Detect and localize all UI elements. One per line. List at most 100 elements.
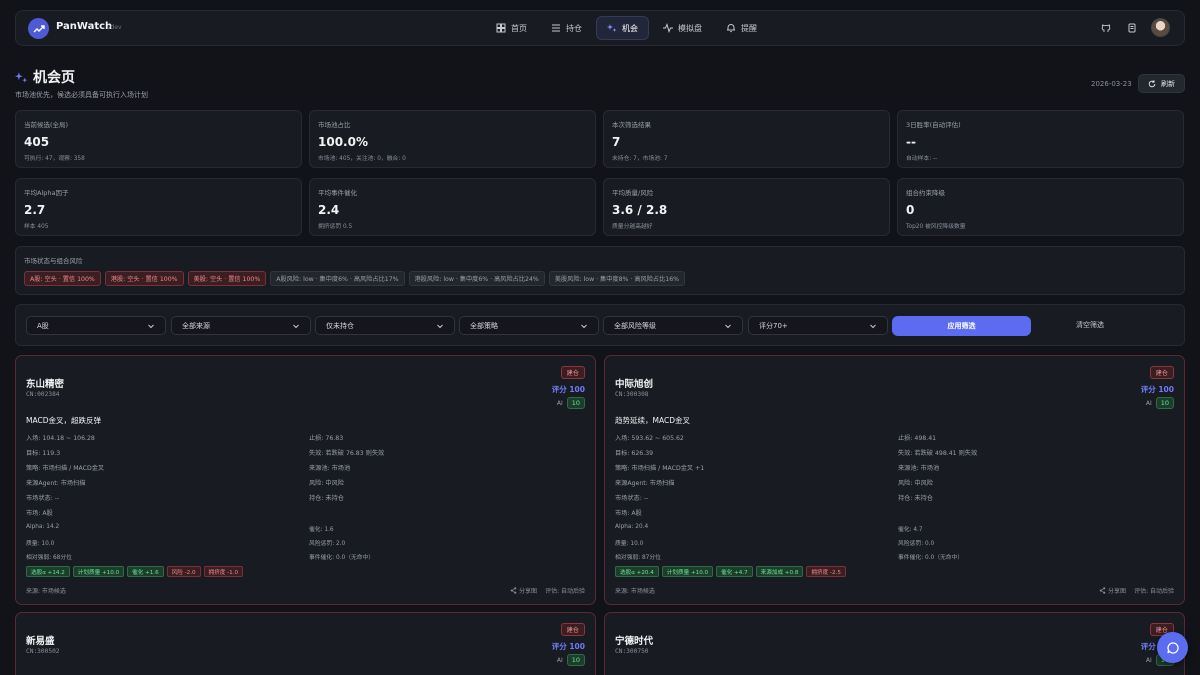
opportunity-card[interactable]: 宁德时代 CN:300750 建仓 评分 100 AI10	[604, 612, 1185, 675]
risk-text: 风险: 中风险	[309, 480, 344, 487]
stat-sub: 可执行: 47，观察: 358	[24, 156, 85, 162]
source-pool: 来源池: 市场池	[898, 465, 940, 472]
relative-strength: 相对强弱: 87分位	[615, 555, 661, 561]
brand-name: PanWatch	[56, 21, 113, 32]
stat-sub: 样本 405	[24, 224, 49, 230]
refresh-icon	[1148, 79, 1156, 87]
strategy-text: 策略: 市场扫描 / MACD金叉	[26, 465, 105, 472]
ai-label: AI	[556, 656, 563, 664]
stat-label: 组合约束降级	[906, 189, 945, 197]
nav-item-home[interactable]: 首页	[486, 16, 537, 40]
risk-tag: 美股: 空头 · 置信 100%	[187, 271, 267, 286]
select-value: 全部风险等级	[614, 321, 656, 330]
github-button[interactable]	[1099, 21, 1113, 35]
trend-icon	[33, 24, 45, 32]
clear-filter-button[interactable]: 清空筛选	[1076, 320, 1104, 330]
share-label: 分享图	[519, 588, 538, 595]
nav-label: 持仓	[566, 23, 582, 33]
risk-level-select[interactable]: 全部风险等级	[603, 316, 743, 335]
stop-loss: 止损: 498.41	[898, 435, 937, 442]
stat-card-market-pool: 市场池占比 100.0% 市场池: 405，关注池: 0，融合: 0	[309, 110, 596, 168]
opportunity-card[interactable]: 东山精密 CN:002384 建仓 评分 100 AI 10 MACD金叉，超跌反…	[15, 355, 596, 605]
page-header: 机会页	[15, 67, 75, 87]
docs-button[interactable]	[1125, 21, 1139, 35]
chevron-down-icon	[148, 324, 154, 328]
risk-tag: 美股风险: low · 集中度8% · 高风险占比16%	[548, 271, 686, 286]
strategy-select[interactable]: 全部策略	[459, 316, 599, 335]
github-icon	[1101, 24, 1111, 32]
market-select[interactable]: A股	[26, 316, 166, 335]
page-title: 机会页	[33, 70, 75, 86]
opportunity-card[interactable]: 新易盛 CN:300502 建仓 评分 100 AI 10	[15, 612, 596, 675]
document-icon	[1128, 23, 1136, 32]
sparkles-icon	[607, 24, 617, 32]
nav-item-holdings[interactable]: 持仓	[541, 16, 592, 40]
action-badge: 建仓	[560, 623, 585, 636]
stat-card-quality-risk: 平均质量/风险 3.6 / 2.8 质量分越高越好	[603, 178, 890, 236]
alpha-metric: Alpha: 14.2	[26, 524, 60, 530]
refresh-label: 刷新	[1161, 79, 1175, 88]
factor-chip: 选股α +20.4	[615, 566, 659, 577]
stock-name: 东山精密	[26, 379, 65, 390]
score-label: 评分 100	[551, 385, 585, 394]
app-logo[interactable]	[28, 18, 49, 39]
main-nav: 首页 持仓 机会 模拟盘 提醒	[486, 16, 767, 40]
invalidation: 失效: 若跌破 76.83 则失效	[309, 450, 385, 457]
ai-score: AI10	[1146, 397, 1174, 409]
chat-button[interactable]	[1157, 632, 1188, 663]
stat-label: 平均质量/风险	[612, 189, 654, 197]
market-text: 市场: A股	[615, 510, 642, 517]
stat-card-candidates: 当前候选(全局) 405 可执行: 47，观察: 358	[15, 110, 302, 168]
strategy-text: 策略: 市场扫描 / MACD金叉 +1	[615, 465, 705, 472]
stat-value: 405	[24, 135, 50, 149]
select-value: 仅未持仓	[326, 321, 354, 330]
opportunity-card[interactable]: 中际旭创 CN:300308 建仓 评分 100 AI 10 趋势延续，MACD金…	[604, 355, 1185, 605]
source-select[interactable]: 全部来源	[171, 316, 311, 335]
dashboard-icon	[496, 23, 506, 33]
apply-filter-button[interactable]: 应用筛选	[892, 316, 1031, 336]
factor-chips: 选股α +14.2 计划质量 +10.0 催化 +1.6 风险 -2.0 拥挤度…	[26, 566, 244, 577]
card-footer-actions: 分享图 评估: 自动后验	[1099, 586, 1174, 595]
stat-card-filter-result: 本次筛选结果 7 未持仓: 7，市场池: 7	[603, 110, 890, 168]
score-label: 评分 100	[551, 642, 585, 651]
relative-strength: 相对强弱: 68分位	[26, 555, 72, 561]
risk-tags: A股: 空头 · 置信 100% 港股: 空头 · 置信 100% 美股: 空头…	[24, 271, 686, 286]
source-agent: 来源Agent: 市场扫描	[615, 480, 675, 487]
catalyst-metric: 催化: 1.6	[309, 527, 334, 533]
risk-text: 风险: 中风险	[898, 480, 933, 487]
refresh-button[interactable]: 刷新	[1138, 74, 1185, 93]
nav-label: 提醒	[741, 23, 757, 33]
factor-chip: 计划质量 +10.0	[72, 566, 125, 577]
score-select[interactable]: 评分70+	[748, 316, 888, 335]
user-avatar[interactable]	[1151, 18, 1170, 37]
signal-headline: MACD金叉，超跌反弹	[26, 416, 101, 425]
stat-card-catalyst: 平均事件催化 2.4 拥挤惩罚 0.5	[309, 178, 596, 236]
select-value: 评分70+	[759, 321, 788, 330]
action-badge: 建仓	[560, 366, 585, 379]
nav-item-opportunities[interactable]: 机会	[596, 16, 649, 40]
entry-range: 入场: 104.18 ~ 106.28	[26, 435, 95, 442]
share-button[interactable]: 分享图	[1099, 586, 1126, 595]
holding-select[interactable]: 仅未持仓	[315, 316, 455, 335]
share-button[interactable]: 分享图	[510, 586, 537, 595]
ai-value: 10	[1155, 397, 1174, 409]
catalyst-metric: 催化: 4.7	[898, 527, 923, 533]
stat-card-alpha: 平均Alpha因子 2.7 样本 405	[15, 178, 302, 236]
page-subtitle: 市场池优先，候选必须具备可执行入场计划	[15, 91, 148, 99]
nav-item-paper-trading[interactable]: 模拟盘	[653, 16, 712, 40]
share-icon	[1099, 587, 1106, 594]
source-agent: 来源Agent: 市场扫描	[26, 480, 86, 487]
stat-label: 平均Alpha因子	[24, 189, 69, 197]
factor-chip: 风险 -2.0	[166, 566, 201, 577]
stat-label: 当前候选(全局)	[24, 121, 69, 129]
stock-code: CN:300750	[615, 648, 649, 655]
stat-sub: 质量分越高越好	[612, 224, 653, 230]
event-catalyst: 事件催化: 0.0（无命中）	[309, 555, 375, 561]
activity-icon	[663, 23, 673, 33]
factor-chip: 来源加成 +0.8	[755, 566, 804, 577]
ai-label: AI	[1145, 656, 1152, 664]
holding-text: 持仓: 未持仓	[898, 495, 933, 502]
select-value: A股	[37, 321, 49, 330]
nav-item-alerts[interactable]: 提醒	[716, 16, 767, 40]
stat-label: 本次筛选结果	[612, 121, 651, 129]
